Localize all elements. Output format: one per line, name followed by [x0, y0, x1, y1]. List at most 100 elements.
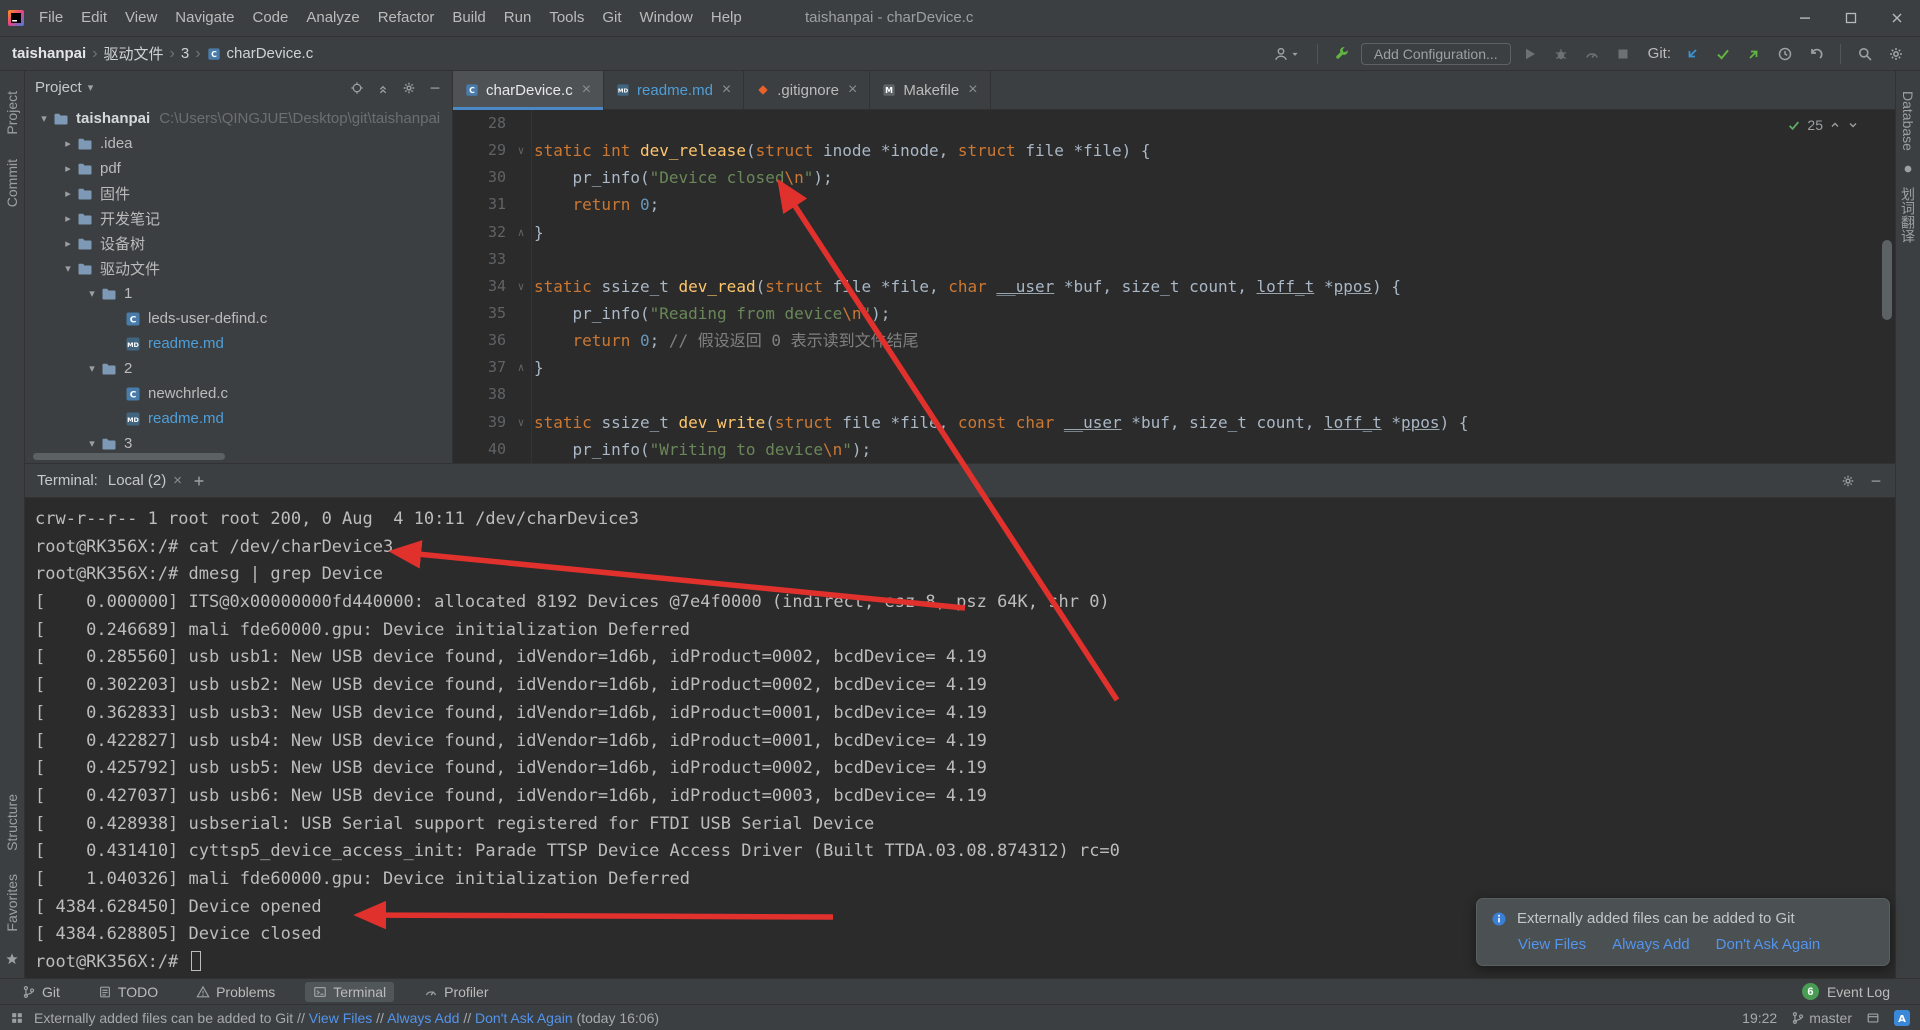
status-link[interactable]: Always Add: [387, 1010, 459, 1026]
tree-toggle-icon[interactable]: ▾: [83, 287, 101, 300]
chevron-down-icon[interactable]: [1847, 119, 1859, 131]
tool-button-commit[interactable]: Commit: [4, 159, 20, 207]
tree-item-驱动文件[interactable]: ▾驱动文件: [25, 256, 452, 281]
notification-link-view-files[interactable]: View Files: [1518, 936, 1586, 953]
fold-marker-icon[interactable]: ∧: [511, 354, 531, 381]
chevron-down-icon[interactable]: ▾: [88, 81, 94, 94]
fold-marker-icon[interactable]: ∨: [511, 409, 531, 436]
chevron-up-icon[interactable]: [1829, 119, 1841, 131]
favorites-star-icon[interactable]: [5, 952, 19, 966]
menu-item-analyze[interactable]: Analyze: [297, 0, 368, 36]
close-button[interactable]: [1874, 0, 1920, 36]
close-icon[interactable]: ×: [722, 82, 731, 98]
history-button[interactable]: [1773, 42, 1797, 66]
menu-item-refactor[interactable]: Refactor: [369, 0, 444, 36]
play-button[interactable]: [1518, 42, 1542, 66]
tab-charDevice.c[interactable]: CcharDevice.c×: [453, 71, 604, 109]
project-title[interactable]: Project: [35, 79, 82, 96]
tree-toggle-icon[interactable]: ▾: [83, 362, 101, 375]
close-icon[interactable]: ×: [173, 472, 182, 489]
tree-toggle-icon[interactable]: ▸: [59, 212, 77, 225]
status-panel-icon[interactable]: [1866, 1011, 1880, 1025]
fold-marker-icon[interactable]: ∨: [511, 273, 531, 300]
menu-item-file[interactable]: File: [30, 0, 72, 36]
tree-item-1[interactable]: ▾1: [25, 281, 452, 306]
status-link[interactable]: Don't Ask Again: [475, 1010, 573, 1026]
event-log-button[interactable]: 6 Event Log: [1802, 983, 1890, 1000]
new-session-plus-icon[interactable]: [192, 474, 206, 488]
settings-button[interactable]: [1841, 474, 1855, 488]
tree-toggle-icon[interactable]: ▸: [59, 187, 77, 200]
add-configuration-button[interactable]: Add Configuration...: [1361, 43, 1511, 65]
close-icon[interactable]: ×: [968, 82, 977, 98]
git-branch-widget[interactable]: master: [1791, 1010, 1852, 1026]
notification-link-always-add[interactable]: Always Add: [1612, 936, 1690, 953]
menu-item-build[interactable]: Build: [443, 0, 494, 36]
tree-item-newchrled.c[interactable]: Cnewchrled.c: [25, 381, 452, 406]
gauge-button[interactable]: [1580, 42, 1604, 66]
tree-toggle-icon[interactable]: ▸: [59, 237, 77, 250]
menu-item-code[interactable]: Code: [243, 0, 297, 36]
tool-window-button-problems[interactable]: Problems: [188, 982, 283, 1002]
tree-item-2[interactable]: ▾2: [25, 356, 452, 381]
user-button[interactable]: [1269, 42, 1305, 66]
tree-item-pdf[interactable]: ▸pdf: [25, 156, 452, 181]
collapse-all-button[interactable]: [376, 81, 390, 95]
tool-button-translation[interactable]: 划词翻译: [1898, 187, 1918, 243]
editor-scrollbar[interactable]: [1882, 240, 1892, 320]
tree-item-readme.md[interactable]: MDreadme.md: [25, 331, 452, 356]
status-link[interactable]: View Files: [309, 1010, 373, 1026]
hide-button[interactable]: [1869, 474, 1883, 488]
tree-item-固件[interactable]: ▸固件: [25, 181, 452, 206]
translation-plugin-icon[interactable]: A: [1894, 1010, 1910, 1026]
tool-button-favorites[interactable]: Favorites: [4, 874, 20, 932]
commit-button[interactable]: [1711, 42, 1735, 66]
menu-item-edit[interactable]: Edit: [72, 0, 116, 36]
tool-window-button-git[interactable]: Git: [14, 982, 68, 1002]
tool-windows-grid-icon[interactable]: [10, 1011, 24, 1025]
breadcrumb-item[interactable]: CcharDevice.c: [207, 45, 314, 62]
tree-toggle-icon[interactable]: ▾: [35, 112, 53, 125]
menu-item-run[interactable]: Run: [495, 0, 541, 36]
plugin-icon[interactable]: [1902, 163, 1914, 175]
update-button[interactable]: [1680, 42, 1704, 66]
project-horizontal-scrollbar[interactable]: [33, 453, 225, 460]
breadcrumb-item[interactable]: 3: [181, 45, 189, 62]
minimize-button[interactable]: [1782, 0, 1828, 36]
menu-item-view[interactable]: View: [116, 0, 166, 36]
push-button[interactable]: [1742, 42, 1766, 66]
tool-button-structure[interactable]: Structure: [4, 794, 20, 851]
tree-toggle-icon[interactable]: ▾: [83, 437, 101, 450]
settings-button[interactable]: [1884, 42, 1908, 66]
hide-button[interactable]: [428, 81, 442, 95]
settings-button[interactable]: [402, 81, 416, 95]
tool-button-project[interactable]: Project: [4, 91, 20, 135]
menu-item-window[interactable]: Window: [631, 0, 702, 36]
tree-item-readme.md[interactable]: MDreadme.md: [25, 406, 452, 431]
breadcrumb-item[interactable]: 驱动文件: [104, 43, 164, 64]
search-button[interactable]: [1853, 42, 1877, 66]
locate-button[interactable]: [350, 81, 364, 95]
tab-Makefile[interactable]: MMakefile×: [870, 71, 990, 109]
close-icon[interactable]: ×: [848, 82, 857, 98]
tool-window-button-todo[interactable]: TODO: [90, 982, 166, 1002]
rollback-button[interactable]: [1804, 42, 1828, 66]
tree-item-leds-user-defind.c[interactable]: Cleds-user-defind.c: [25, 306, 452, 331]
tool-window-button-terminal[interactable]: Terminal: [305, 982, 394, 1002]
tab-.gitignore[interactable]: .gitignore×: [744, 71, 870, 109]
tool-window-button-profiler[interactable]: Profiler: [416, 982, 496, 1002]
tree-toggle-icon[interactable]: ▸: [59, 162, 77, 175]
menu-item-tools[interactable]: Tools: [540, 0, 593, 36]
tree-toggle-icon[interactable]: ▸: [59, 137, 77, 150]
tree-item-开发笔记[interactable]: ▸开发笔记: [25, 206, 452, 231]
tree-toggle-icon[interactable]: ▾: [59, 262, 77, 275]
terminal-tab-local[interactable]: Local (2) ×: [108, 472, 182, 489]
tree-item-taishanpai[interactable]: ▾taishanpaiC:\Users\QINGJUE\Desktop\git\…: [25, 106, 452, 131]
notification-link-don-t-ask-again[interactable]: Don't Ask Again: [1716, 936, 1821, 953]
fold-marker-icon[interactable]: ∧: [511, 219, 531, 246]
maximize-button[interactable]: [1828, 0, 1874, 36]
bug-button[interactable]: [1549, 42, 1573, 66]
fold-marker-icon[interactable]: ∨: [511, 137, 531, 164]
tool-button-database[interactable]: Database: [1900, 91, 1916, 151]
stop-button[interactable]: [1611, 42, 1635, 66]
